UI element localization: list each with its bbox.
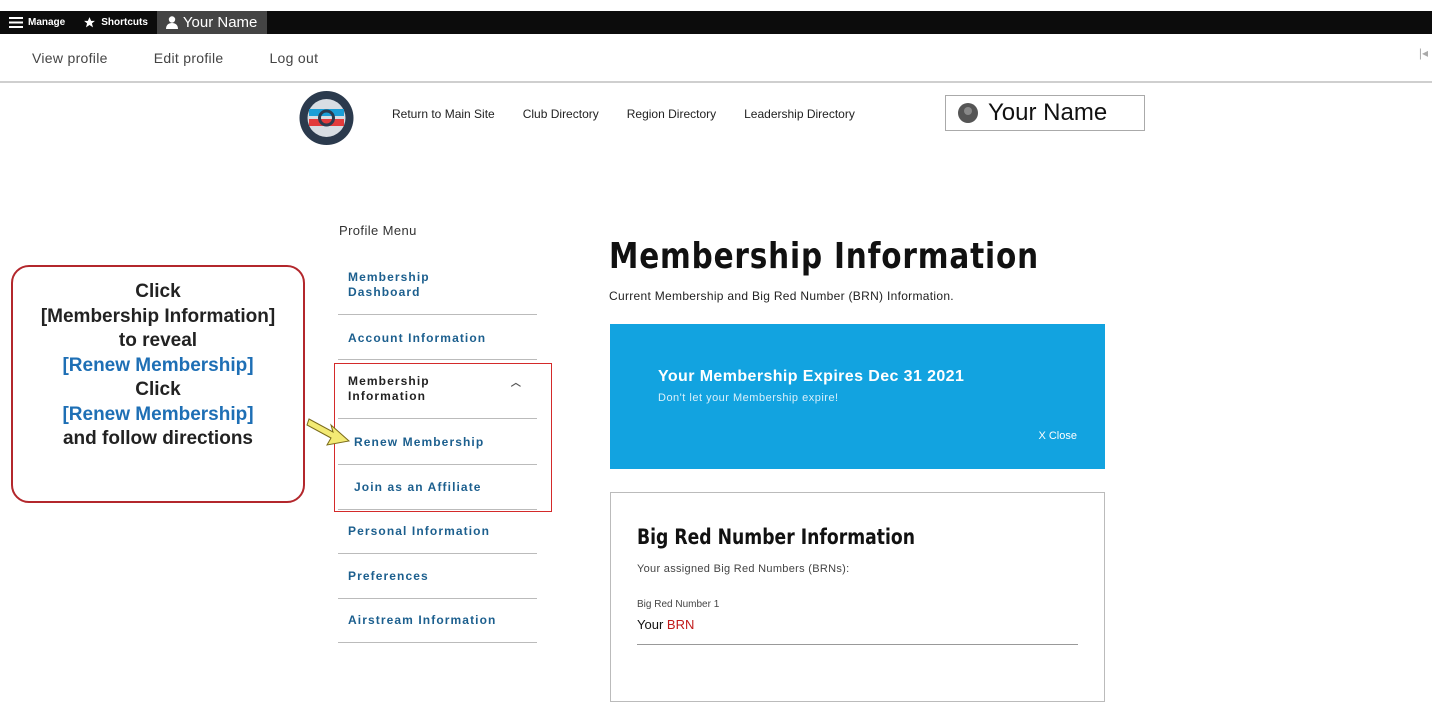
page-subtitle: Current Membership and Big Red Number (B… (609, 289, 954, 303)
manage-label: Manage (28, 17, 66, 28)
menu-label: Membership (348, 270, 430, 284)
menu-membership-dashboard[interactable]: Membership Dashboard (348, 270, 536, 300)
user-name-label: Your Name (182, 14, 258, 31)
user-tray: View profile Edit profile Log out |◂ (0, 34, 1432, 83)
manage-button[interactable]: Manage (0, 11, 74, 34)
alert-subtitle: Don't let your Membership expire! (658, 392, 839, 404)
divider (338, 598, 537, 599)
menu-account-information[interactable]: Account Information (348, 331, 536, 346)
divider (338, 553, 537, 554)
pointer-arrow-icon (306, 418, 351, 446)
expiry-alert: Your Membership Expires Dec 31 2021 Don'… (610, 324, 1105, 469)
shortcuts-label: Shortcuts (101, 17, 148, 28)
brn-value: Your BRN (637, 617, 694, 632)
highlight-box (334, 363, 552, 512)
menu-preferences[interactable]: Preferences (348, 569, 536, 584)
brn-description: Your assigned Big Red Numbers (BRNs): (637, 563, 850, 575)
person-icon (165, 16, 178, 29)
callout-line: to reveal (118, 330, 198, 351)
brn-card: Big Red Number Information Your assigned… (610, 492, 1105, 702)
main-nav: Return to Main Site Club Directory Regio… (392, 107, 855, 121)
log-out-link[interactable]: Log out (269, 50, 318, 66)
callout-line: [Renew Membership] (62, 403, 254, 425)
tray-collapse-icon[interactable]: |◂ (1419, 46, 1428, 60)
divider (338, 359, 537, 360)
alert-close-button[interactable]: X Close (1038, 430, 1077, 442)
callout-line: [Membership Information] (40, 305, 276, 327)
instruction-callout: Click [Membership Information] to reveal… (11, 265, 305, 503)
menu-airstream-information[interactable]: Airstream Information (348, 613, 536, 628)
callout-line: Click (135, 281, 181, 302)
alert-title: Your Membership Expires Dec 31 2021 (658, 368, 965, 385)
menu-personal-information[interactable]: Personal Information (348, 524, 536, 539)
profile-menu-title: Profile Menu (339, 223, 417, 238)
user-account-name: Your Name (988, 99, 1108, 126)
leadership-directory-link[interactable]: Leadership Directory (744, 107, 855, 121)
brn-value-prefix: Your (637, 617, 664, 632)
callout-line: Click (135, 379, 181, 400)
edit-profile-link[interactable]: Edit profile (154, 50, 224, 66)
admin-toolbar: Manage Shortcuts Your Name (0, 11, 1432, 34)
user-menu-button[interactable]: Your Name (156, 11, 268, 34)
user-account-button[interactable]: Your Name (945, 95, 1145, 131)
callout-line: [Renew Membership] (62, 354, 254, 376)
region-directory-link[interactable]: Region Directory (627, 107, 716, 121)
divider (637, 644, 1078, 645)
return-main-site-link[interactable]: Return to Main Site (392, 107, 495, 121)
menu-label: Dashboard (348, 285, 421, 299)
star-icon (83, 16, 96, 29)
divider (338, 642, 537, 643)
callout-line: and follow directions (62, 428, 253, 449)
club-directory-link[interactable]: Club Directory (523, 107, 599, 121)
club-logo[interactable] (298, 86, 355, 154)
shortcuts-button[interactable]: Shortcuts (74, 11, 157, 34)
brn-value-number: BRN (666, 617, 695, 632)
avatar-icon (958, 103, 978, 123)
brn-label: Big Red Number 1 (637, 599, 720, 610)
hamburger-icon (9, 17, 23, 28)
page-title: Membership Information (609, 236, 1039, 277)
divider (338, 314, 537, 315)
view-profile-link[interactable]: View profile (32, 50, 108, 66)
brn-title: Big Red Number Information (637, 525, 915, 549)
